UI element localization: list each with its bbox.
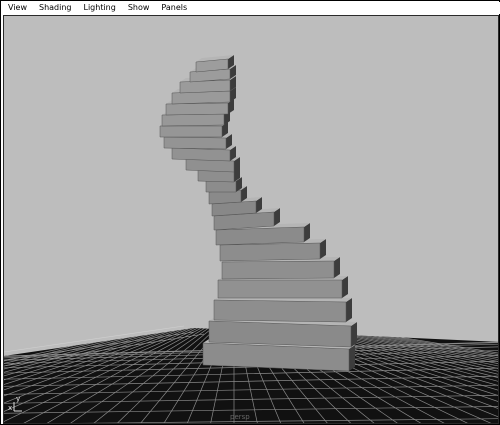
stair-step [163,136,227,150]
stair-step [159,125,223,138]
stair-step [165,102,229,116]
stair-step [215,226,305,246]
menu-shading[interactable]: Shading [39,2,72,14]
spiral-staircase[interactable] [159,55,357,372]
menu-show[interactable]: Show [128,2,150,14]
stair-step-side [349,345,355,371]
stair-step [179,79,231,94]
stair-step [205,180,237,193]
stair-step-side [351,322,357,347]
axis-y-label: y [16,395,21,403]
menu-panels[interactable]: Panels [161,2,187,14]
camera-label: persp [230,413,250,421]
app-window: View Shading Lighting Show Panels x y pe… [0,0,500,425]
stair-step [217,279,343,299]
stair-step-side [346,298,352,322]
viewport-canvas [4,55,498,423]
panel-menubar: View Shading Lighting Show Panels [2,2,500,14]
perspective-viewport[interactable]: x y persp [3,15,499,424]
menu-view[interactable]: View [8,2,27,14]
menu-lighting[interactable]: Lighting [83,2,115,14]
stair-step [213,299,347,323]
stair-step [219,242,321,262]
stair-step [171,147,231,162]
stair-step [221,260,335,280]
stair-step [161,113,225,127]
axis-x-label: x [8,404,13,412]
